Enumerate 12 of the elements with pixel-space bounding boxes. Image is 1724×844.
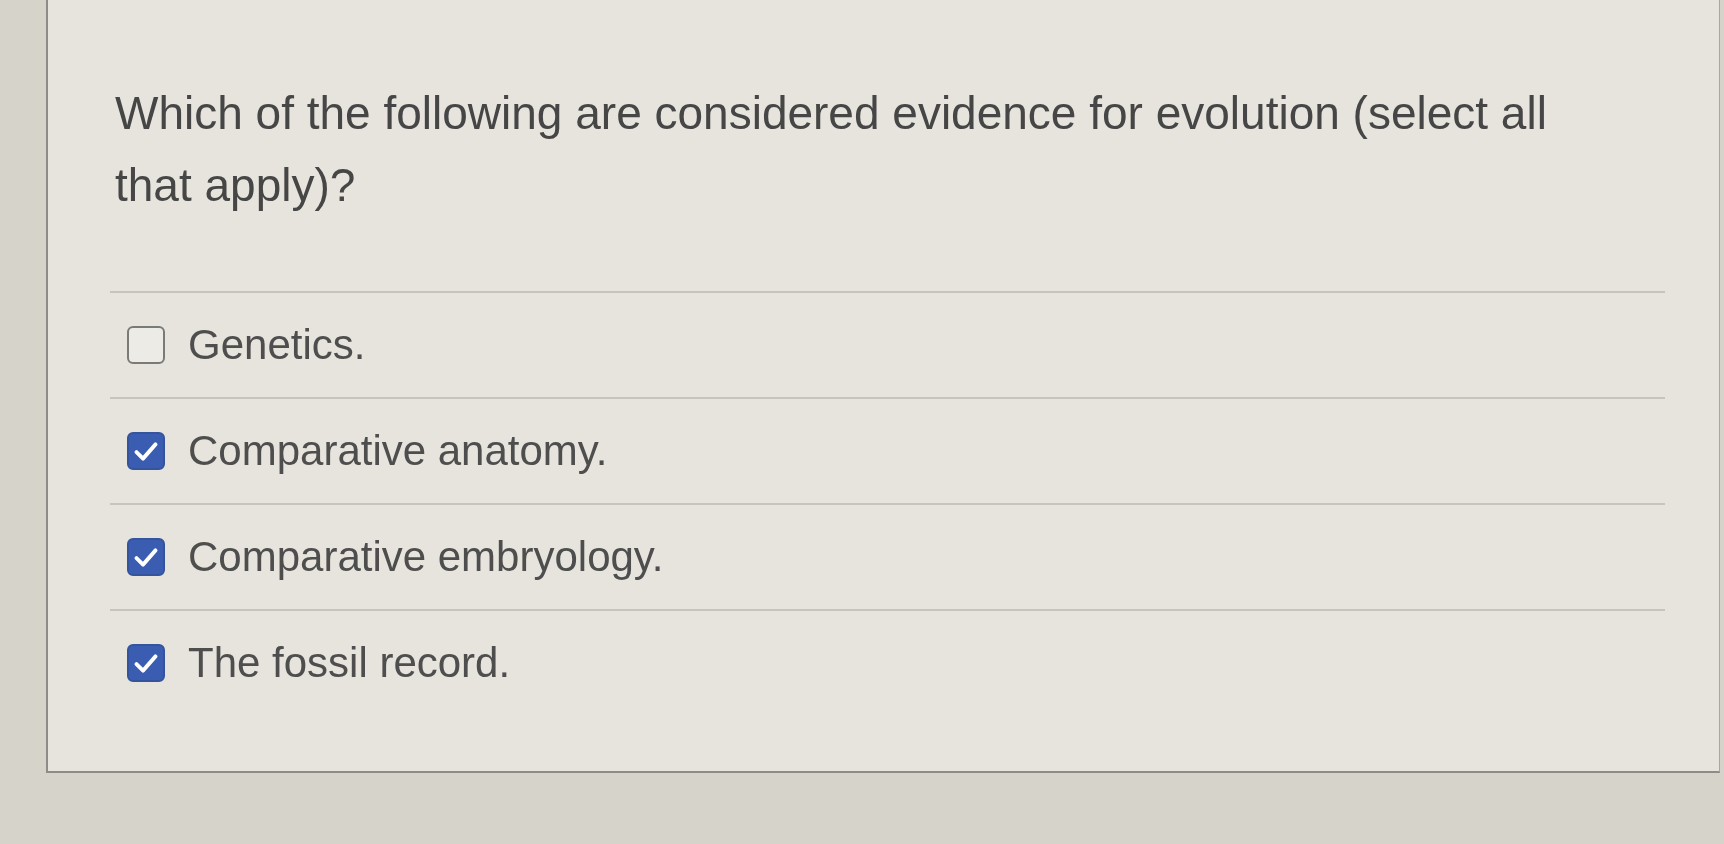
question-text: Which of the following are considered evidence for evolution (select all that apply)?	[115, 86, 1548, 213]
option-label[interactable]: Genetics.	[188, 319, 366, 371]
option-label[interactable]: Comparative anatomy.	[188, 425, 608, 477]
checkbox[interactable]	[127, 326, 165, 364]
checkbox[interactable]	[127, 644, 165, 682]
check-icon	[134, 441, 158, 461]
checkbox[interactable]	[127, 538, 165, 576]
checkbox[interactable]	[127, 432, 165, 470]
option-label[interactable]: Comparative embryology.	[188, 531, 664, 583]
check-icon	[134, 653, 158, 673]
check-icon	[134, 547, 158, 567]
option-label[interactable]: The fossil record.	[188, 637, 511, 689]
